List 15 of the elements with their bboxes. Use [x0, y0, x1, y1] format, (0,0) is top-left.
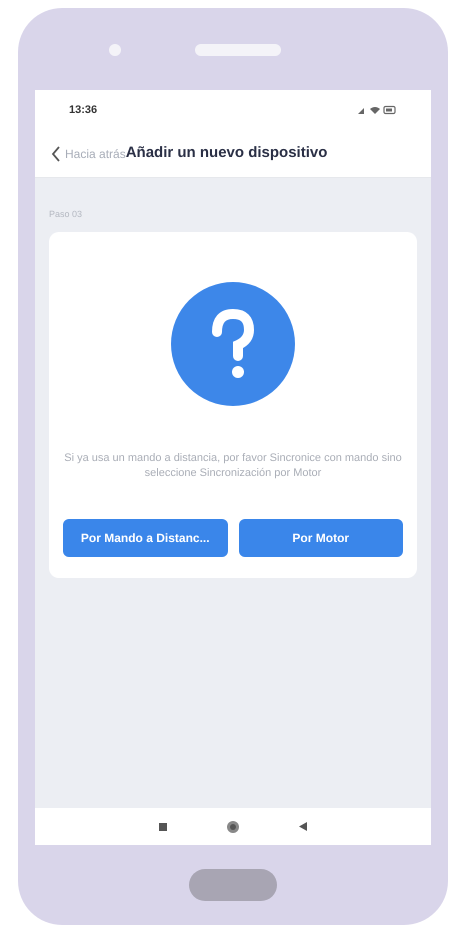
question-icon [171, 282, 295, 406]
recent-apps-icon[interactable] [159, 822, 167, 830]
status-time: 13:36 [69, 102, 98, 118]
option-button[interactable]: Por Motor [238, 519, 403, 557]
speaker-icon [195, 44, 281, 56]
camera-icon [109, 44, 121, 56]
step-label: Paso 03 [49, 208, 84, 221]
instruction-text: Si ya usa un mando a distancia, por favor Sincronice con mando sino seleccione Sincronización por Motor [63, 451, 403, 481]
status-icons [357, 105, 397, 115]
page-title: Añadir un nuevo dispositivo [126, 143, 328, 164]
back-button[interactable]: Hacia atrás [51, 144, 126, 162]
back-icon [51, 146, 61, 162]
home-icon[interactable] [227, 820, 239, 832]
option-button[interactable]: Por Mando a Distanc... [63, 519, 228, 557]
back-nav-icon[interactable] [299, 822, 307, 831]
